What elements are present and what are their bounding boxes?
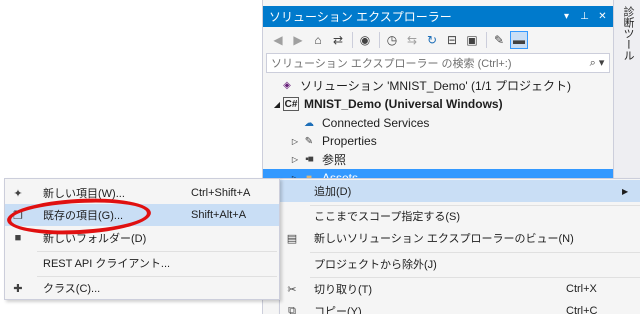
tree-item-project[interactable]: ◢ C# MNIST_Demo (Universal Windows) <box>271 95 503 113</box>
context-menu: 追加(D) ▶ ここまでスコープ指定する(S) ▤ 新しいソリューション エクス… <box>279 178 640 314</box>
history-icon[interactable]: ◷ <box>383 31 401 49</box>
solution-icon: ◈ <box>283 79 291 91</box>
menu-item-label: 追加(D) <box>314 186 352 198</box>
menu-item-shortcut: Ctrl+Shift+A <box>191 187 251 199</box>
pin-icon[interactable]: ⊥ <box>577 9 592 24</box>
tree-item-solution[interactable]: ◈ ソリューション 'MNIST_Demo' (1/1 プロジェクト) <box>267 76 571 94</box>
menu-item-shortcut: Ctrl+X <box>566 283 597 295</box>
menu-item-new-solution-explorer-view[interactable]: ▤ 新しいソリューション エクスプローラーのビュー(N) <box>280 227 640 249</box>
existing-item-icon: ❐ <box>13 209 23 222</box>
toolbar-divider <box>352 32 353 48</box>
wrench-icon: ✎ <box>304 135 314 147</box>
toolbar-divider <box>379 32 380 48</box>
search-icon[interactable]: ⌕ ▾ <box>585 56 609 70</box>
menu-item-class[interactable]: ✚ クラス(C)... <box>5 277 279 299</box>
class-icon: ✚ <box>13 282 23 295</box>
copy-icon: ⧉ <box>288 304 296 314</box>
menu-item-label: ここまでスコープ指定する(S) <box>314 211 461 223</box>
switch-views-icon[interactable]: ⇄ <box>329 31 347 49</box>
menu-item-label: コピー(Y) <box>314 306 362 314</box>
new-item-icon: ✦ <box>13 187 23 200</box>
tree-item-connected-services[interactable]: ☁ Connected Services <box>289 114 429 132</box>
menu-item-scope-to-this[interactable]: ここまでスコープ指定する(S) <box>280 205 640 227</box>
menu-item-label: 新しいソリューション エクスプローラーのビュー(N) <box>314 233 574 245</box>
menu-item-add[interactable]: 追加(D) ▶ <box>280 180 640 202</box>
menu-item-label: クラス(C)... <box>43 283 101 295</box>
add-submenu: ✦ 新しい項目(W)... Ctrl+Shift+A ❐ 既存の項目(G)...… <box>4 178 280 300</box>
tree-item-label: 参照 <box>322 152 347 167</box>
toolbar-divider <box>486 32 487 48</box>
menu-item-label: 既存の項目(G)... <box>43 210 124 222</box>
menu-item-existing-item[interactable]: ❐ 既存の項目(G)... Shift+Alt+A <box>5 204 279 226</box>
tree-item-references[interactable]: ▷ ▪■ 参照 <box>289 150 346 168</box>
tree-item-label: MNIST_Demo (Universal Windows) <box>304 97 503 111</box>
collapse-all-icon[interactable]: ⊟ <box>443 31 461 49</box>
menu-item-label: 新しい項目(W)... <box>43 188 125 200</box>
collapsed-arrow-icon[interactable]: ▷ <box>289 137 301 146</box>
show-all-files-icon[interactable]: ▣ <box>463 31 481 49</box>
tree-item-label: ソリューション 'MNIST_Demo' (1/1 プロジェクト) <box>300 78 572 93</box>
new-folder-icon: ■ <box>14 232 22 244</box>
collapsed-arrow-icon[interactable]: ▷ <box>289 155 301 164</box>
submenu-arrow-icon: ▶ <box>622 186 629 196</box>
csharp-project-icon: C# <box>283 97 299 111</box>
connected-services-icon: ☁ <box>304 117 314 129</box>
scissors-icon: ✂ <box>287 283 297 296</box>
tree-item-properties[interactable]: ▷ ✎ Properties <box>289 132 377 150</box>
solution-explorer-title-bar: ソリューション エクスプローラー ▾ ⊥ ✕ <box>263 6 613 27</box>
forward-icon[interactable]: ▶ <box>289 31 307 49</box>
menu-item-label: 切り取り(T) <box>314 284 373 296</box>
menu-item-rest-api-client[interactable]: REST API クライアント... <box>5 252 279 274</box>
menu-item-shortcut: Shift+Alt+A <box>191 209 247 221</box>
menu-item-shortcut: Ctrl+C <box>566 305 598 314</box>
menu-item-label: REST API クライアント... <box>43 258 171 270</box>
back-icon[interactable]: ◀ <box>269 31 287 49</box>
menu-item-new-item[interactable]: ✦ 新しい項目(W)... Ctrl+Shift+A <box>5 182 279 204</box>
close-icon[interactable]: ✕ <box>595 9 610 24</box>
window-position-dropdown-icon[interactable]: ▾ <box>559 9 574 24</box>
solution-explorer-title: ソリューション エクスプローラー <box>269 10 452 24</box>
refresh-icon[interactable]: ↻ <box>423 31 441 49</box>
diagnostic-tools-label: 診断ツール <box>622 6 634 61</box>
solution-explorer-toolbar: ◀ ▶ ⌂ ⇄ ◉ ◷ ⇆ ↻ ⊟ ▣ ✎ ▬ <box>263 29 613 51</box>
menu-item-label: プロジェクトから除外(J) <box>314 259 437 271</box>
menu-item-label: 新しいフォルダー(D) <box>43 233 147 245</box>
new-view-icon: ▤ <box>286 232 298 245</box>
home-icon[interactable]: ⌂ <box>309 31 327 49</box>
properties-wrench-icon[interactable]: ✎ <box>490 31 508 49</box>
menu-item-cut[interactable]: ✂ 切り取り(T) Ctrl+X <box>280 278 640 300</box>
pending-changes-filter-icon[interactable]: ◉ <box>356 31 374 49</box>
menu-item-copy[interactable]: ⧉ コピー(Y) Ctrl+C <box>280 300 640 314</box>
tree-item-label: Connected Services <box>322 116 430 130</box>
preview-selected-items-icon[interactable]: ▬ <box>510 31 528 49</box>
search-placeholder: ソリューション エクスプローラー の検索 (Ctrl+:) <box>271 58 512 70</box>
expanded-arrow-icon[interactable]: ◢ <box>271 100 283 109</box>
references-icon: ▪■ <box>305 153 314 165</box>
sync-with-document-icon[interactable]: ⇆ <box>403 31 421 49</box>
menu-item-new-folder[interactable]: ■ 新しいフォルダー(D) <box>5 227 279 249</box>
menu-item-exclude-from-project[interactable]: プロジェクトから除外(J) <box>280 253 640 275</box>
tree-item-label: Properties <box>322 134 377 148</box>
solution-explorer-search-input[interactable]: ソリューション エクスプローラー の検索 (Ctrl+:) ⌕ ▾ <box>266 53 610 73</box>
